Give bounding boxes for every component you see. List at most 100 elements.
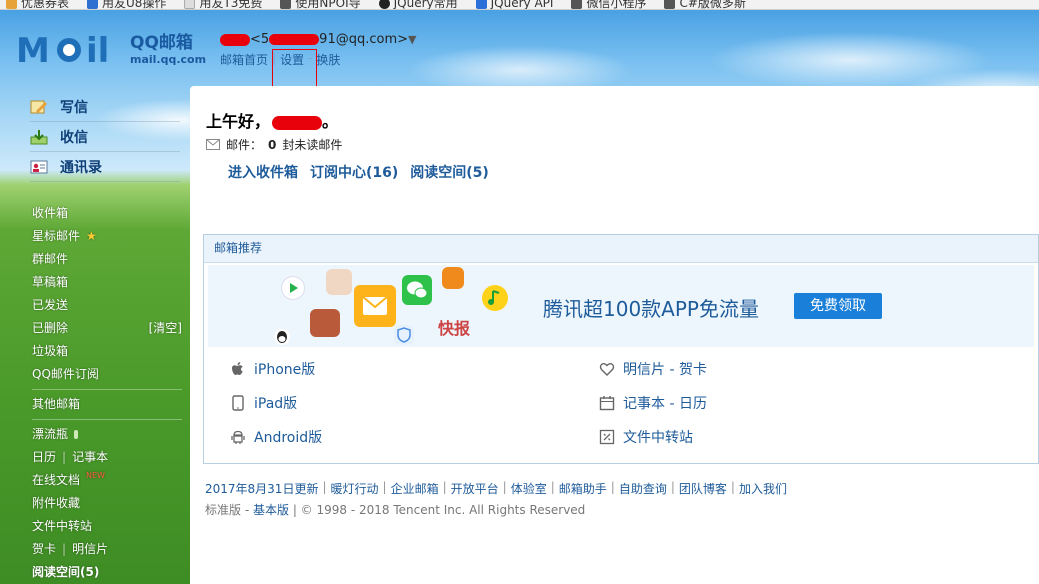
sidebar-item-reading-space[interactable]: 阅读空间(5) (32, 561, 182, 584)
folder-subscriptions[interactable]: QQ邮件订阅 (32, 363, 182, 386)
bookmark-icon (6, 0, 17, 9)
star-icon: ★ (86, 229, 97, 243)
bookmark-item[interactable]: 用友U8操作 (87, 0, 166, 9)
redaction-mark (269, 34, 320, 45)
recommend-header: 邮箱推荐 (204, 235, 1038, 263)
claim-free-button[interactable]: 免费领取 (794, 293, 882, 319)
android-icon (231, 430, 245, 444)
redaction-mark (220, 33, 250, 46)
security-app-icon (394, 325, 414, 345)
transfer-icon (599, 429, 615, 445)
unread-summary: 邮件： 0 封未读邮件 (206, 136, 342, 153)
bookmark-icon (664, 0, 676, 9)
sidebar-item-file-transfer[interactable]: 文件中转站 (32, 515, 182, 538)
footer-link-assistant[interactable]: 邮箱助手 (559, 480, 607, 497)
logo-title: QQ邮箱 (130, 32, 193, 53)
sidebar-item-postcard[interactable]: 明信片 (72, 538, 108, 561)
svg-text:il: il (86, 32, 109, 66)
file-transfer-link[interactable]: 文件中转站 (599, 427, 693, 447)
footer-link-team-blog[interactable]: 团队博客 (679, 480, 727, 497)
copyright: 标准版 - 基本版 | © 1998 - 2018 Tencent Inc. A… (205, 503, 586, 517)
folder-inbox[interactable]: 收件箱 (32, 202, 182, 225)
mail-logo[interactable]: M il QQ邮箱 mail.qq.com (16, 32, 206, 66)
apple-icon (232, 362, 243, 375)
sidebar-item-greeting-card[interactable]: 贺卡 | 明信片 (32, 538, 182, 561)
footer-link-enterprise[interactable]: 企业邮箱 (391, 480, 439, 497)
page-icon (184, 0, 196, 9)
bookmark-icon (280, 0, 292, 9)
account-email-prefix: <5 (250, 32, 270, 47)
news-app-icon: 快报 (438, 319, 471, 338)
enter-inbox-link[interactable]: 进入收件箱 (228, 162, 298, 182)
bookmark-item[interactable]: 微信小程序 (571, 0, 646, 9)
sidebar-item-drift-bottle[interactable]: 漂流瓶 (32, 423, 182, 446)
bookmark-item[interactable]: 优惠券表 (6, 0, 69, 9)
iphone-link[interactable]: iPhone版 (230, 359, 315, 379)
skin-link[interactable]: 换肤 (316, 51, 340, 68)
sidebar-divider (32, 419, 182, 420)
footer-link-update[interactable]: 2017年8月31日更新 (205, 480, 318, 497)
footer-link-open-platform[interactable]: 开放平台 (451, 480, 499, 497)
footer-link-join-us[interactable]: 加入我们 (739, 480, 787, 497)
mailbox-home-link[interactable]: 邮箱首页 (220, 51, 268, 68)
recommend-box: 邮箱推荐 快报 腾讯超100款APP免流量 免费领取 iPhone版 明信片 -… (203, 234, 1039, 464)
bookmark-item[interactable]: C#版微多斯 (664, 0, 746, 9)
ipad-icon (232, 395, 244, 411)
mail-logo-icon: M il (16, 32, 109, 66)
compose-button[interactable]: 写信 (30, 92, 180, 122)
main-panel: 上午好，。 邮件： 0 封未读邮件 进入收件箱 订阅中心(16) 阅读空间(5) 邮… (190, 86, 1039, 584)
account-info[interactable]: <5 91@qq.com>▼ (220, 32, 416, 47)
account-email-suffix: 91@qq.com> (319, 32, 409, 47)
contacts-icon (30, 160, 48, 173)
music-app-icon (482, 285, 508, 311)
contacts-button[interactable]: 通讯录 (30, 152, 180, 182)
sidebar: 写信 收信 通讯录 收件箱 星标邮件 ★ 群邮件 草稿箱 已发送 已删除 [清空] … (0, 92, 186, 584)
bookmark-item[interactable]: 用友T3免费 (184, 0, 262, 9)
game-app-icon (326, 269, 352, 295)
calendar-icon (599, 396, 615, 411)
game-app-icon-2 (442, 267, 464, 289)
inbox-icon (30, 129, 48, 144)
receive-button[interactable]: 收信 (30, 122, 180, 152)
folder-drafts[interactable]: 草稿箱 (32, 271, 182, 294)
mail-app-icon (354, 285, 396, 327)
bookmark-item[interactable]: JQuery API (475, 0, 553, 9)
bottle-icon (74, 430, 79, 439)
sidebar-item-calendar[interactable]: 日历 | 记事本 (32, 446, 182, 469)
promo-banner[interactable]: 快报 腾讯超100款APP免流量 免费领取 (208, 265, 1034, 347)
folder-group-mail[interactable]: 群邮件 (32, 248, 182, 271)
folder-sent[interactable]: 已发送 (32, 294, 182, 317)
footer-link-lab[interactable]: 体验室 (511, 480, 547, 497)
bookmark-icon (571, 0, 583, 9)
folder-spam[interactable]: 垃圾箱 (32, 340, 182, 363)
footer-link-warm-light[interactable]: 暖灯行动 (331, 480, 379, 497)
quick-links: 进入收件箱 订阅中心(16) 阅读空间(5) (228, 162, 489, 182)
bookmark-item[interactable]: JQuery常用 (378, 0, 458, 9)
empty-trash-link[interactable]: [清空] (149, 317, 182, 340)
bookmark-item[interactable]: 使用NPOI导 (280, 0, 361, 9)
footer-links: 2017年8月31日更新 | 暖灯行动 | 企业邮箱 | 开放平台 | 体验室 | 邮箱助… (205, 480, 787, 497)
subscription-center-link[interactable]: 订阅中心(16) (310, 162, 398, 182)
new-badge: NEW (86, 471, 105, 480)
chevron-down-icon[interactable]: ▼ (408, 33, 416, 46)
ipad-link[interactable]: iPad版 (230, 393, 297, 413)
sidebar-divider (32, 389, 182, 390)
logo-url: mail.qq.com (130, 52, 207, 66)
bookmark-icon (87, 0, 99, 9)
folder-other-mailbox[interactable]: 其他邮箱 (32, 393, 182, 416)
footer-link-self-service[interactable]: 自助查询 (619, 480, 667, 497)
video-app-icon (282, 277, 304, 299)
notepad-calendar-link[interactable]: 记事本 - 日历 (599, 393, 707, 413)
postcard-greeting-link[interactable]: 明信片 - 贺卡 (599, 359, 707, 379)
reading-space-link[interactable]: 阅读空间(5) (410, 162, 489, 182)
folder-starred[interactable]: 星标邮件 ★ (32, 225, 182, 248)
bookmarks-bar: 优惠券表 用友U8操作 用友T3免费 使用NPOI导 JQuery常用 JQue… (0, 0, 1039, 10)
svg-text:M: M (16, 32, 50, 66)
basic-version-link[interactable]: 基本版 (253, 503, 289, 517)
android-link[interactable]: Android版 (230, 427, 322, 447)
greeting: 上午好，。 (206, 112, 339, 131)
sidebar-item-attachment-favorites[interactable]: 附件收藏 (32, 492, 182, 515)
sidebar-item-online-docs[interactable]: 在线文档 NEW (32, 469, 182, 492)
bookmark-icon (378, 0, 390, 9)
folder-deleted[interactable]: 已删除 [清空] (32, 317, 182, 340)
